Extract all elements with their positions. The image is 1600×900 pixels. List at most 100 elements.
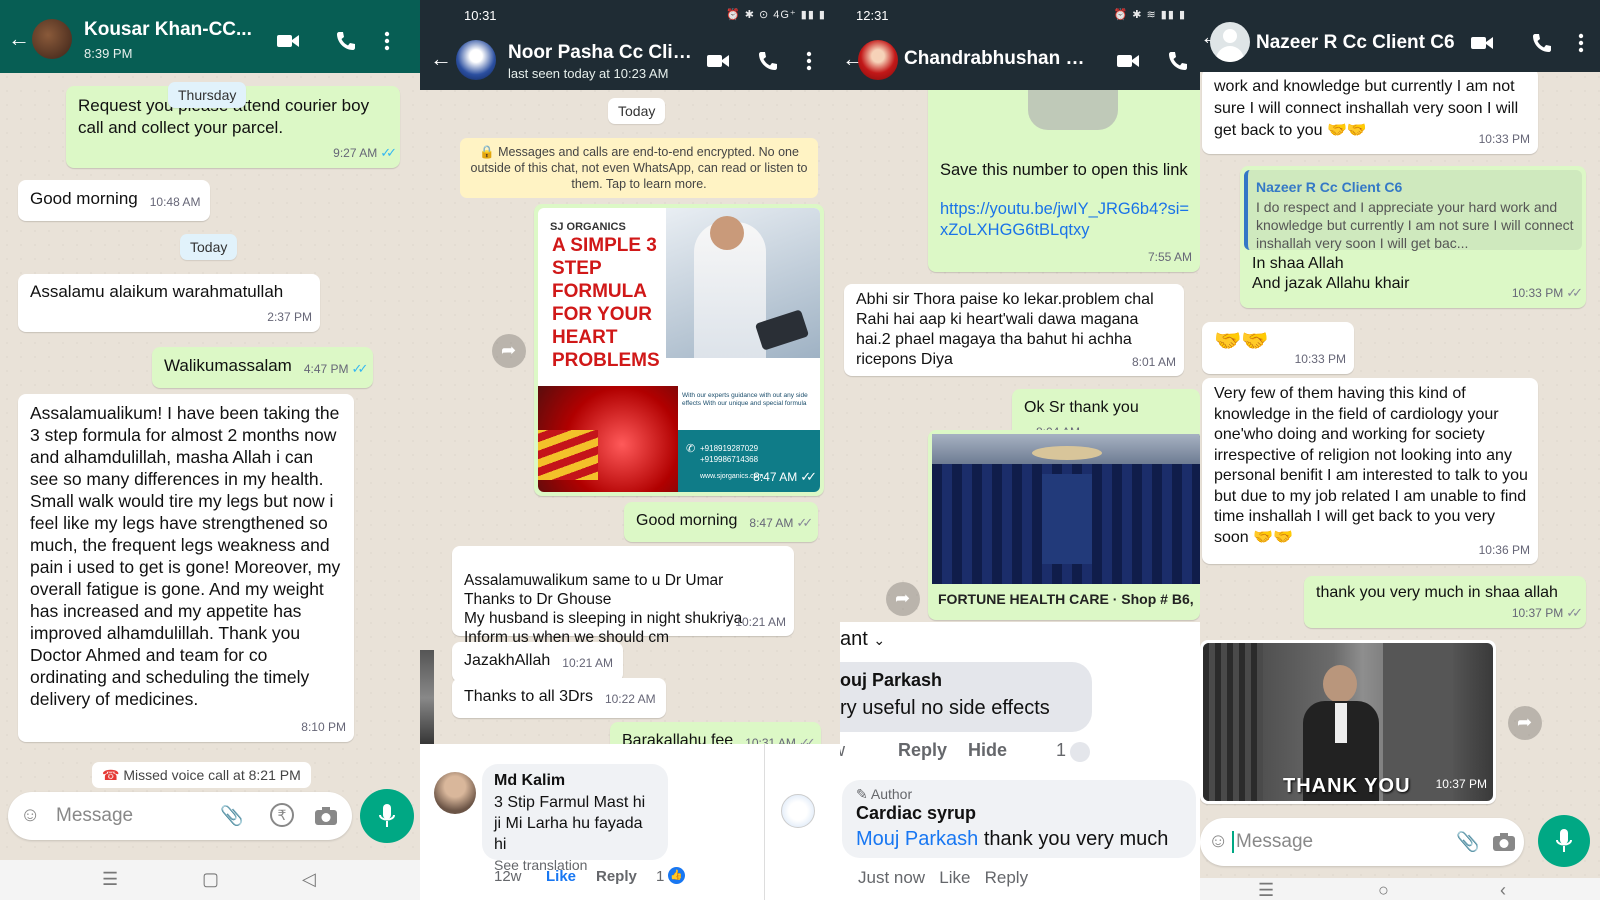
message-bubble-in[interactable]: work and knowledge but currently I am no… — [1202, 68, 1538, 154]
comment-sort-label[interactable]: ant ⌄ — [840, 628, 885, 651]
date-chip: Today — [180, 234, 238, 260]
quoted-sender: Nazeer R Cc Client C6 — [1256, 179, 1403, 195]
menu-nav-icon[interactable]: ☰ — [102, 869, 118, 890]
message-time: 8:47 AM — [753, 470, 798, 484]
message-input[interactable]: Message — [1232, 831, 1313, 853]
commenter-avatar[interactable] — [434, 772, 476, 814]
phone-call-icon[interactable] — [756, 50, 780, 72]
message-text: Good morning — [636, 512, 738, 529]
video-call-icon[interactable] — [706, 50, 730, 72]
contact-name[interactable]: Nazeer R Cc Client C6 — [1256, 32, 1466, 54]
message-bubble-out[interactable]: Walikumassalam 4:47 PM ✓✓ — [152, 347, 374, 388]
message-bubble-in[interactable]: Assalamu alaikum warahmatullah 2:37 PM — [18, 274, 320, 332]
link-preview-message[interactable]: FORTUNE HEALTH CARE · Shop # B6, 1st flo… — [928, 430, 1200, 620]
message-bubble-out[interactable]: thank you very much in shaa allah 10:37 … — [1304, 576, 1586, 628]
more-options-icon[interactable] — [1576, 32, 1586, 54]
phone-call-icon[interactable] — [334, 30, 358, 52]
reply-link[interactable]: Reply — [596, 868, 637, 885]
avatar[interactable] — [456, 40, 496, 80]
missed-call-notice[interactable]: ☎ Missed voice call at 8:21 PM — [92, 762, 311, 788]
comment-age: 3w — [840, 740, 845, 761]
like-link[interactable]: Like — [546, 868, 576, 885]
gif-message[interactable]: THANK YOU 10:37 PM — [1200, 640, 1496, 804]
more-options-icon[interactable] — [382, 30, 392, 52]
avatar[interactable] — [858, 40, 898, 80]
cropped-image-edge — [420, 650, 434, 746]
link-message[interactable]: Save this number to open this link https… — [928, 60, 1200, 272]
commenter-name[interactable]: Md Kalim — [494, 772, 656, 790]
quoted-text: I do respect and I appreciate your hard … — [1256, 199, 1574, 251]
promo-image[interactable]: SJ ORGANICS A SIMPLE 3 STEP FORMULA FOR … — [538, 208, 820, 492]
link-thumbnail — [1028, 90, 1118, 130]
contact-name[interactable]: Kousar Khan-CC... — [84, 19, 254, 41]
gif-caption: THANK YOU — [1283, 775, 1411, 797]
message-bubble-in[interactable]: Assalamuwalikum same to u Dr Umar Thanks… — [452, 546, 794, 646]
author-name[interactable]: Cardiac syrup — [856, 803, 1182, 824]
reply-message[interactable]: Nazeer R Cc Client C6 I do respect and I… — [1240, 166, 1586, 308]
comment-sort-text: ant — [840, 628, 868, 650]
message-input-bar[interactable]: ☺ Message 📎 — [1200, 818, 1524, 866]
message-bubble-out[interactable]: Good morning 8:47 AM ✓✓ — [624, 502, 819, 542]
mention-link[interactable]: Mouj Parkash — [856, 828, 978, 850]
reply-actions-row[interactable]: Just now Like Reply — [858, 868, 1028, 888]
mic-button[interactable] — [1538, 815, 1590, 867]
contact-name[interactable]: Chandrabhushan Mi... — [904, 48, 1100, 70]
read-receipt-icon: ✓✓ — [1566, 605, 1583, 620]
back-nav-icon[interactable]: ◁ — [302, 869, 316, 890]
message-input-bar[interactable]: ☺ Message 📎 ₹ — [8, 792, 352, 840]
status-bar: 10:31 ⏰ ✱ ⊙ 4G⁺ ▮▮ ▮ — [464, 8, 826, 24]
image-message[interactable]: SJ ORGANICS A SIMPLE 3 STEP FORMULA FOR … — [534, 204, 824, 496]
author-badge: ✎ Author — [856, 786, 1182, 803]
message-bubble-in[interactable]: Thanks to all 3Drs 10:22 AM — [452, 678, 666, 718]
mic-icon — [379, 804, 395, 827]
avatar[interactable] — [1210, 22, 1250, 62]
emoji-icon[interactable]: ☺ — [1208, 830, 1228, 853]
back-arrow-icon[interactable]: ← — [430, 46, 452, 72]
video-call-icon[interactable] — [1116, 50, 1140, 72]
back-nav-icon[interactable]: ‹ — [1500, 880, 1506, 900]
rupee-payment-icon[interactable]: ₹ — [270, 803, 294, 827]
attach-icon[interactable]: 📎 — [220, 804, 244, 828]
contact-name[interactable]: Noor Pasha Cc Clien... — [508, 42, 698, 64]
reply-text: thank you very much — [983, 828, 1169, 850]
camera-icon[interactable] — [314, 806, 338, 826]
message-bubble-in[interactable]: Assalamualikum! I have been taking the 3… — [18, 394, 354, 742]
message-bubble-in[interactable]: JazakhAllah 10:21 AM — [452, 642, 623, 682]
page-avatar[interactable] — [781, 794, 815, 828]
home-nav-icon[interactable]: ▢ — [202, 869, 219, 890]
gif-preview[interactable]: THANK YOU 10:37 PM — [1203, 643, 1493, 801]
message-bubble-in[interactable]: Good morning 10:48 AM — [18, 180, 211, 221]
more-options-icon[interactable] — [804, 50, 814, 72]
message-bubble-in[interactable]: Very few of them having this kind of kno… — [1202, 378, 1538, 564]
video-call-icon[interactable] — [1470, 32, 1494, 54]
reply-link[interactable]: Reply — [898, 740, 947, 761]
menu-nav-icon[interactable]: ☰ — [1258, 880, 1274, 900]
video-call-icon[interactable] — [276, 30, 300, 52]
message-time: 8:01 AM — [1131, 355, 1176, 369]
forward-button[interactable]: ➦ — [886, 582, 920, 616]
mic-button[interactable] — [360, 789, 414, 843]
message-input[interactable]: Message — [56, 805, 133, 827]
quoted-message[interactable]: Nazeer R Cc Client C6 I do respect and I… — [1244, 170, 1582, 251]
youtube-link[interactable]: https://youtu.be/jwIY_JRG6b4?si=xZoLXHGG… — [940, 199, 1190, 241]
header-subtitle: last seen today at 10:23 AM — [508, 66, 669, 81]
back-arrow-icon[interactable]: ← — [8, 26, 30, 52]
hide-link[interactable]: Hide — [968, 740, 1007, 761]
message-time: 8:10 PM — [301, 720, 346, 734]
promo-headline: A SIMPLE 3 STEP FORMULA FOR YOUR HEART P… — [552, 235, 660, 371]
camera-icon[interactable] — [1492, 832, 1516, 852]
message-bubble-in[interactable]: Abhi sir Thora paise ko lekar.problem ch… — [844, 284, 1184, 376]
phone-call-icon[interactable] — [1166, 50, 1190, 72]
message-bubble-in[interactable]: 🤝🤝 10:33 PM — [1202, 322, 1354, 374]
commenter-name[interactable]: ouj Parkash — [840, 670, 1092, 691]
attach-icon[interactable]: 📎 — [1456, 830, 1480, 854]
emoji-icon[interactable]: ☺ — [20, 804, 40, 827]
like-reaction-icon: 👍 — [668, 867, 685, 884]
forward-button[interactable]: ➦ — [492, 334, 526, 368]
avatar[interactable] — [32, 19, 72, 59]
home-nav-icon[interactable]: ○ — [1378, 880, 1389, 900]
encryption-notice[interactable]: 🔒 Messages and calls are end-to-end encr… — [460, 138, 818, 198]
message-time: 10:36 PM — [1478, 542, 1530, 557]
phone-call-icon[interactable] — [1530, 32, 1554, 54]
forward-button[interactable]: ➦ — [1508, 706, 1542, 740]
